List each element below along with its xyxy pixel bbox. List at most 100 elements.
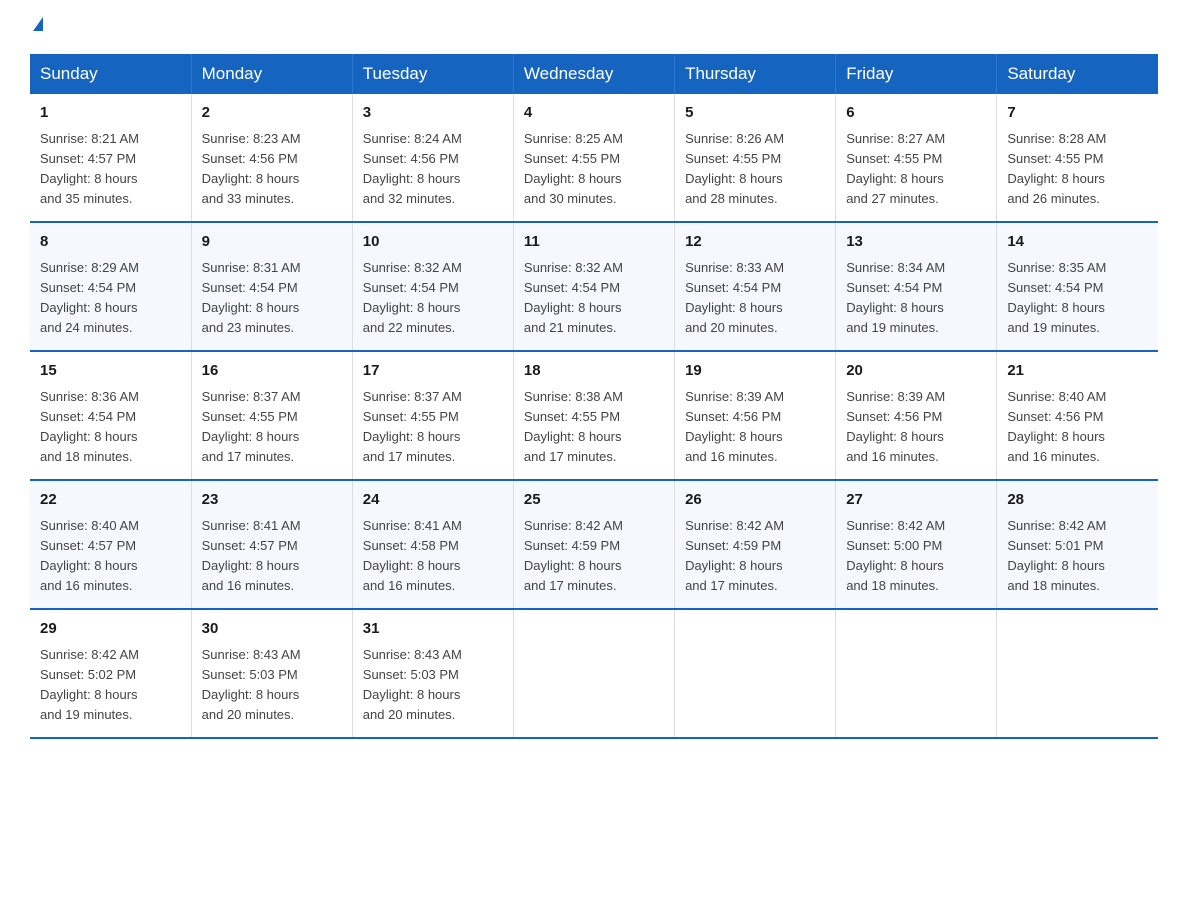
- day-info: Sunrise: 8:43 AMSunset: 5:03 PMDaylight:…: [202, 645, 342, 726]
- calendar-cell: 9 Sunrise: 8:31 AMSunset: 4:54 PMDaylight…: [191, 222, 352, 351]
- weekday-header-tuesday: Tuesday: [352, 54, 513, 94]
- day-number: 2: [202, 102, 342, 125]
- day-info: Sunrise: 8:41 AMSunset: 4:57 PMDaylight:…: [202, 516, 342, 597]
- calendar-cell: 1 Sunrise: 8:21 AMSunset: 4:57 PMDaylight…: [30, 94, 191, 222]
- day-number: 30: [202, 618, 342, 641]
- day-number: 26: [685, 489, 825, 512]
- day-number: 9: [202, 231, 342, 254]
- day-number: 13: [846, 231, 986, 254]
- day-number: 25: [524, 489, 664, 512]
- calendar-cell: 19Sunrise: 8:39 AMSunset: 4:56 PMDayligh…: [675, 351, 836, 480]
- day-number: 8: [40, 231, 181, 254]
- day-number: 24: [363, 489, 503, 512]
- calendar-cell: [997, 609, 1158, 738]
- calendar-cell: 26 Sunrise: 8:42 AMSunset: 4:59 PMDayligh…: [675, 480, 836, 609]
- day-info: Sunrise: 8:42 AMSunset: 4:59 PMDaylight:…: [524, 516, 664, 597]
- day-number: 17: [363, 360, 503, 383]
- weekday-header-thursday: Thursday: [675, 54, 836, 94]
- day-info: Sunrise: 8:32 AMSunset: 4:54 PMDaylight:…: [524, 258, 664, 339]
- day-number: 21: [1007, 360, 1148, 383]
- day-number: 7: [1007, 102, 1148, 125]
- day-info: Sunrise: 8:43 AMSunset: 5:03 PMDaylight:…: [363, 645, 503, 726]
- calendar-cell: 7 Sunrise: 8:28 AMSunset: 4:55 PMDaylight…: [997, 94, 1158, 222]
- calendar-cell: 8 Sunrise: 8:29 AMSunset: 4:54 PMDaylight…: [30, 222, 191, 351]
- calendar-cell: 13 Sunrise: 8:34 AMSunset: 4:54 PMDayligh…: [836, 222, 997, 351]
- calendar-cell: 15 Sunrise: 8:36 AMSunset: 4:54 PMDayligh…: [30, 351, 191, 480]
- day-info: Sunrise: 8:34 AMSunset: 4:54 PMDaylight:…: [846, 258, 986, 339]
- calendar-cell: 10Sunrise: 8:32 AMSunset: 4:54 PMDayligh…: [352, 222, 513, 351]
- calendar-week-row: 22Sunrise: 8:40 AMSunset: 4:57 PMDayligh…: [30, 480, 1158, 609]
- calendar-cell: 27 Sunrise: 8:42 AMSunset: 5:00 PMDayligh…: [836, 480, 997, 609]
- day-number: 18: [524, 360, 664, 383]
- day-info: Sunrise: 8:41 AMSunset: 4:58 PMDaylight:…: [363, 516, 503, 597]
- day-info: Sunrise: 8:35 AMSunset: 4:54 PMDaylight:…: [1007, 258, 1148, 339]
- day-info: Sunrise: 8:21 AMSunset: 4:57 PMDaylight:…: [40, 129, 181, 210]
- calendar-cell: [836, 609, 997, 738]
- calendar-cell: 23 Sunrise: 8:41 AMSunset: 4:57 PMDayligh…: [191, 480, 352, 609]
- day-info: Sunrise: 8:25 AMSunset: 4:55 PMDaylight:…: [524, 129, 664, 210]
- day-number: 31: [363, 618, 503, 641]
- logo: [30, 20, 43, 34]
- day-info: Sunrise: 8:42 AMSunset: 5:02 PMDaylight:…: [40, 645, 181, 726]
- day-info: Sunrise: 8:42 AMSunset: 4:59 PMDaylight:…: [685, 516, 825, 597]
- calendar-cell: [513, 609, 674, 738]
- day-number: 20: [846, 360, 986, 383]
- logo-triangle-icon: [33, 17, 43, 31]
- day-number: 22: [40, 489, 181, 512]
- calendar-header-row: SundayMondayTuesdayWednesdayThursdayFrid…: [30, 54, 1158, 94]
- calendar-cell: 30 Sunrise: 8:43 AMSunset: 5:03 PMDayligh…: [191, 609, 352, 738]
- day-info: Sunrise: 8:29 AMSunset: 4:54 PMDaylight:…: [40, 258, 181, 339]
- day-number: 12: [685, 231, 825, 254]
- calendar-cell: 28 Sunrise: 8:42 AMSunset: 5:01 PMDayligh…: [997, 480, 1158, 609]
- day-number: 5: [685, 102, 825, 125]
- day-number: 4: [524, 102, 664, 125]
- day-number: 27: [846, 489, 986, 512]
- day-info: Sunrise: 8:38 AMSunset: 4:55 PMDaylight:…: [524, 387, 664, 468]
- day-info: Sunrise: 8:36 AMSunset: 4:54 PMDaylight:…: [40, 387, 181, 468]
- calendar-cell: 21 Sunrise: 8:40 AMSunset: 4:56 PMDayligh…: [997, 351, 1158, 480]
- calendar-cell: 3Sunrise: 8:24 AMSunset: 4:56 PMDaylight…: [352, 94, 513, 222]
- day-info: Sunrise: 8:40 AMSunset: 4:56 PMDaylight:…: [1007, 387, 1148, 468]
- day-number: 16: [202, 360, 342, 383]
- calendar-cell: 25 Sunrise: 8:42 AMSunset: 4:59 PMDayligh…: [513, 480, 674, 609]
- calendar-week-row: 1 Sunrise: 8:21 AMSunset: 4:57 PMDaylight…: [30, 94, 1158, 222]
- calendar-table: SundayMondayTuesdayWednesdayThursdayFrid…: [30, 54, 1158, 739]
- calendar-week-row: 29 Sunrise: 8:42 AMSunset: 5:02 PMDayligh…: [30, 609, 1158, 738]
- day-info: Sunrise: 8:42 AMSunset: 5:01 PMDaylight:…: [1007, 516, 1148, 597]
- day-info: Sunrise: 8:37 AMSunset: 4:55 PMDaylight:…: [363, 387, 503, 468]
- calendar-cell: 12 Sunrise: 8:33 AMSunset: 4:54 PMDayligh…: [675, 222, 836, 351]
- day-info: Sunrise: 8:33 AMSunset: 4:54 PMDaylight:…: [685, 258, 825, 339]
- day-info: Sunrise: 8:28 AMSunset: 4:55 PMDaylight:…: [1007, 129, 1148, 210]
- calendar-cell: 31 Sunrise: 8:43 AMSunset: 5:03 PMDayligh…: [352, 609, 513, 738]
- page-header: [30, 20, 1158, 34]
- calendar-cell: 6 Sunrise: 8:27 AMSunset: 4:55 PMDaylight…: [836, 94, 997, 222]
- calendar-cell: 5 Sunrise: 8:26 AMSunset: 4:55 PMDaylight…: [675, 94, 836, 222]
- day-info: Sunrise: 8:31 AMSunset: 4:54 PMDaylight:…: [202, 258, 342, 339]
- calendar-cell: 17 Sunrise: 8:37 AMSunset: 4:55 PMDayligh…: [352, 351, 513, 480]
- calendar-cell: 2 Sunrise: 8:23 AMSunset: 4:56 PMDaylight…: [191, 94, 352, 222]
- calendar-cell: [675, 609, 836, 738]
- day-number: 15: [40, 360, 181, 383]
- calendar-week-row: 15 Sunrise: 8:36 AMSunset: 4:54 PMDayligh…: [30, 351, 1158, 480]
- calendar-cell: 22Sunrise: 8:40 AMSunset: 4:57 PMDayligh…: [30, 480, 191, 609]
- day-number: 1: [40, 102, 181, 125]
- day-info: Sunrise: 8:23 AMSunset: 4:56 PMDaylight:…: [202, 129, 342, 210]
- calendar-cell: 20 Sunrise: 8:39 AMSunset: 4:56 PMDayligh…: [836, 351, 997, 480]
- weekday-header-saturday: Saturday: [997, 54, 1158, 94]
- day-number: 23: [202, 489, 342, 512]
- calendar-week-row: 8 Sunrise: 8:29 AMSunset: 4:54 PMDaylight…: [30, 222, 1158, 351]
- day-number: 28: [1007, 489, 1148, 512]
- calendar-cell: 4 Sunrise: 8:25 AMSunset: 4:55 PMDaylight…: [513, 94, 674, 222]
- day-number: 29: [40, 618, 181, 641]
- day-info: Sunrise: 8:39 AMSunset: 4:56 PMDaylight:…: [846, 387, 986, 468]
- calendar-cell: 29 Sunrise: 8:42 AMSunset: 5:02 PMDayligh…: [30, 609, 191, 738]
- weekday-header-friday: Friday: [836, 54, 997, 94]
- calendar-cell: 24 Sunrise: 8:41 AMSunset: 4:58 PMDayligh…: [352, 480, 513, 609]
- day-info: Sunrise: 8:39 AMSunset: 4:56 PMDaylight:…: [685, 387, 825, 468]
- calendar-cell: 16Sunrise: 8:37 AMSunset: 4:55 PMDayligh…: [191, 351, 352, 480]
- day-info: Sunrise: 8:27 AMSunset: 4:55 PMDaylight:…: [846, 129, 986, 210]
- day-info: Sunrise: 8:42 AMSunset: 5:00 PMDaylight:…: [846, 516, 986, 597]
- day-info: Sunrise: 8:26 AMSunset: 4:55 PMDaylight:…: [685, 129, 825, 210]
- day-number: 6: [846, 102, 986, 125]
- calendar-cell: 18 Sunrise: 8:38 AMSunset: 4:55 PMDayligh…: [513, 351, 674, 480]
